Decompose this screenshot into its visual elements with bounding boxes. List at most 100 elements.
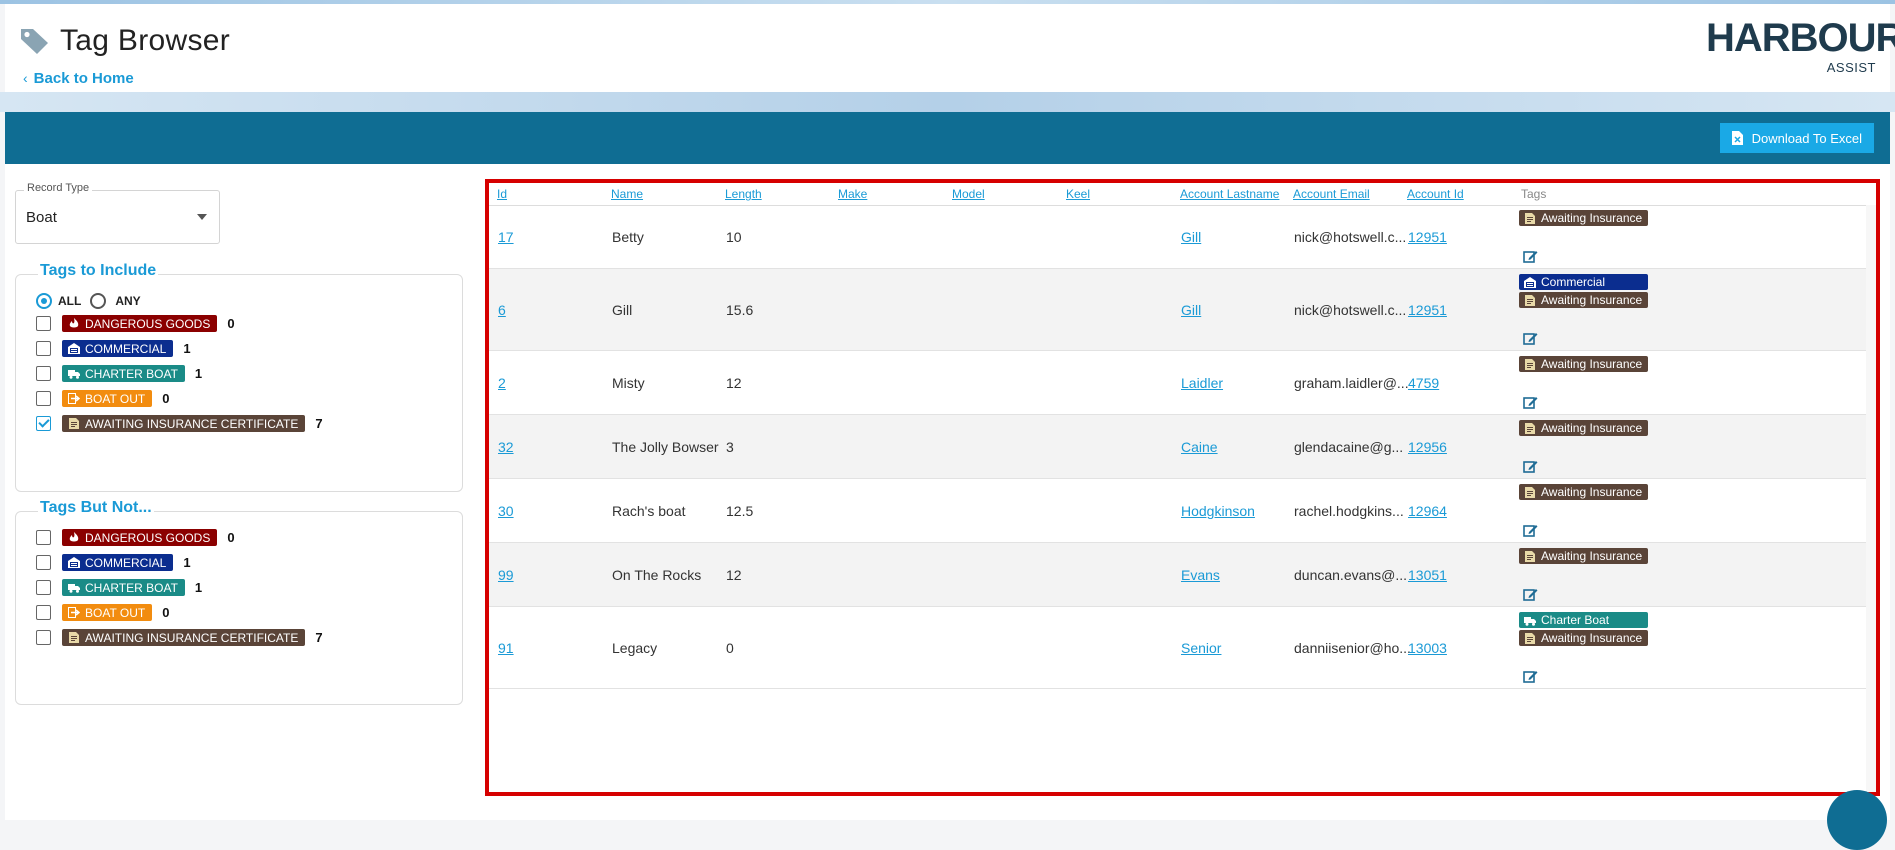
- edit-icon[interactable]: [1523, 587, 1538, 602]
- tag-count: 7: [315, 630, 323, 645]
- cell-account-id[interactable]: 12964: [1408, 503, 1447, 519]
- cell-tags: Commercial Awaiting Insurance: [1519, 274, 1649, 308]
- record-type-label: Record Type: [24, 182, 93, 194]
- cell-account-id[interactable]: 12951: [1408, 302, 1447, 318]
- exclude-tag-row: AWAITING INSURANCE CERTIFICATE 7: [36, 629, 323, 646]
- page-title: Tag Browser: [60, 24, 231, 57]
- column-header-id[interactable]: Id: [497, 187, 507, 201]
- cell-id[interactable]: 17: [498, 229, 514, 245]
- tag-chip: DANGEROUS GOODS: [62, 315, 218, 332]
- cell-id[interactable]: 2: [498, 375, 506, 391]
- radio-all[interactable]: [36, 293, 52, 309]
- cell-length: 3: [726, 439, 734, 455]
- edit-icon[interactable]: [1523, 331, 1538, 346]
- tag-count: 7: [315, 416, 323, 431]
- cell-length: 12.5: [726, 503, 754, 519]
- tags-to-include-legend: Tags to Include: [38, 262, 159, 280]
- cell-account-email: duncan.evans@...: [1294, 567, 1408, 583]
- exit-icon: [68, 393, 80, 404]
- cell-id[interactable]: 30: [498, 503, 514, 519]
- cell-length: 10: [726, 229, 742, 245]
- edit-icon[interactable]: [1523, 459, 1538, 474]
- cell-id[interactable]: 99: [498, 567, 514, 583]
- cell-account-id[interactable]: 12956: [1408, 439, 1447, 455]
- tag-icon: [21, 29, 48, 54]
- row-tag-badge: Awaiting Insurance: [1519, 548, 1649, 564]
- edit-icon[interactable]: [1523, 249, 1538, 264]
- row-tag-badge: Awaiting Insurance: [1519, 292, 1649, 308]
- cell-account-id[interactable]: 13051: [1408, 567, 1447, 583]
- table-scrollbar[interactable]: [1866, 205, 1876, 792]
- exclude-tag-checkbox[interactable]: [36, 555, 51, 570]
- include-tag-checkbox[interactable]: [36, 316, 51, 331]
- row-tag-badge: Awaiting Insurance: [1519, 356, 1649, 372]
- exclude-tag-checkbox[interactable]: [36, 580, 51, 595]
- cell-length: 0: [726, 640, 734, 656]
- radio-any-label: ANY: [115, 294, 141, 308]
- include-tag-row: BOAT OUT 0: [36, 390, 169, 407]
- document-icon: [1525, 294, 1535, 306]
- cell-account-lastname[interactable]: Evans: [1181, 567, 1220, 583]
- tag-count: 1: [194, 580, 203, 595]
- cell-account-lastname[interactable]: Gill: [1181, 229, 1201, 245]
- exclude-tag-checkbox[interactable]: [36, 630, 51, 645]
- edit-icon[interactable]: [1523, 523, 1538, 538]
- row-tag-label: Awaiting Insurance: [1541, 421, 1643, 435]
- column-header-name[interactable]: Name: [611, 187, 643, 201]
- cell-account-lastname[interactable]: Caine: [1181, 439, 1218, 455]
- tags-but-not-legend: Tags But Not...: [38, 499, 154, 517]
- cell-account-id[interactable]: 13003: [1408, 640, 1447, 656]
- column-header-length[interactable]: Length: [725, 187, 762, 201]
- help-fab-button[interactable]: [1827, 790, 1887, 850]
- column-header-tags: Tags: [1521, 187, 1547, 201]
- back-to-home-link[interactable]: ‹ Back to Home: [23, 70, 134, 87]
- edit-icon[interactable]: [1523, 395, 1538, 410]
- column-header-account-email[interactable]: Account Email: [1293, 187, 1370, 201]
- cell-id[interactable]: 91: [498, 640, 514, 656]
- radio-any[interactable]: [90, 293, 107, 309]
- record-type-value: Boat: [26, 209, 57, 226]
- include-tag-checkbox[interactable]: [36, 416, 51, 431]
- tag-chip-label: DANGEROUS GOODS: [85, 316, 211, 331]
- cell-account-lastname[interactable]: Senior: [1181, 640, 1221, 656]
- column-header-make[interactable]: Make: [838, 187, 867, 201]
- cell-account-lastname[interactable]: Laidler: [1181, 375, 1223, 391]
- column-header-keel[interactable]: Keel: [1066, 187, 1090, 201]
- include-tag-row: CHARTER BOAT 1: [36, 365, 202, 382]
- exclude-tag-checkbox[interactable]: [36, 530, 51, 545]
- cell-account-lastname[interactable]: Hodgkinson: [1181, 503, 1255, 519]
- cell-id[interactable]: 6: [498, 302, 506, 318]
- cell-id[interactable]: 32: [498, 439, 514, 455]
- tag-chip: COMMERCIAL: [62, 554, 174, 571]
- tag-count: 0: [162, 391, 170, 406]
- cell-account-id[interactable]: 4759: [1408, 375, 1439, 391]
- record-type-select[interactable]: Record Type Boat: [15, 182, 220, 244]
- table-row: 91 Legacy 0 Senior danniisenior@ho... 13003 Ch…: [489, 607, 1876, 689]
- include-tag-row: AWAITING INSURANCE CERTIFICATE 7: [36, 415, 323, 432]
- document-icon: [69, 632, 79, 643]
- cell-account-email: danniisenior@ho...: [1294, 640, 1411, 656]
- row-tag-label: Commercial: [1541, 275, 1606, 289]
- truck-icon: [68, 584, 80, 593]
- cell-name: Misty: [612, 375, 645, 391]
- column-header-account-lastname[interactable]: Account Lastname: [1180, 187, 1279, 201]
- table-row: 30 Rach's boat 12.5 Hodgkinson rachel.hodgki…: [489, 479, 1876, 543]
- column-header-account-id[interactable]: Account Id: [1407, 187, 1464, 201]
- cell-tags: Charter Boat Awaiting Insurance: [1519, 612, 1649, 646]
- cell-account-lastname[interactable]: Gill: [1181, 302, 1201, 318]
- table-row: 17 Betty 10 Gill nick@hotswell.c... 12951 Awai…: [489, 205, 1876, 269]
- edit-icon[interactable]: [1523, 669, 1538, 684]
- cell-tags: Awaiting Insurance: [1519, 420, 1649, 436]
- table-row: 2 Misty 12 Laidler graham.laidler@... 4759 Awa…: [489, 351, 1876, 415]
- download-to-excel-button[interactable]: Download To Excel: [1719, 123, 1874, 153]
- row-tag-badge: Commercial: [1519, 274, 1649, 290]
- column-header-model[interactable]: Model: [952, 187, 985, 201]
- include-tag-checkbox[interactable]: [36, 391, 51, 406]
- include-tag-checkbox[interactable]: [36, 366, 51, 381]
- tag-chip-label: DANGEROUS GOODS: [85, 530, 211, 545]
- exclude-tag-checkbox[interactable]: [36, 605, 51, 620]
- exclude-tag-row: DANGEROUS GOODS 0: [36, 529, 235, 546]
- cell-account-id[interactable]: 12951: [1408, 229, 1447, 245]
- chevron-left-icon: ‹: [23, 70, 28, 86]
- include-tag-checkbox[interactable]: [36, 341, 51, 356]
